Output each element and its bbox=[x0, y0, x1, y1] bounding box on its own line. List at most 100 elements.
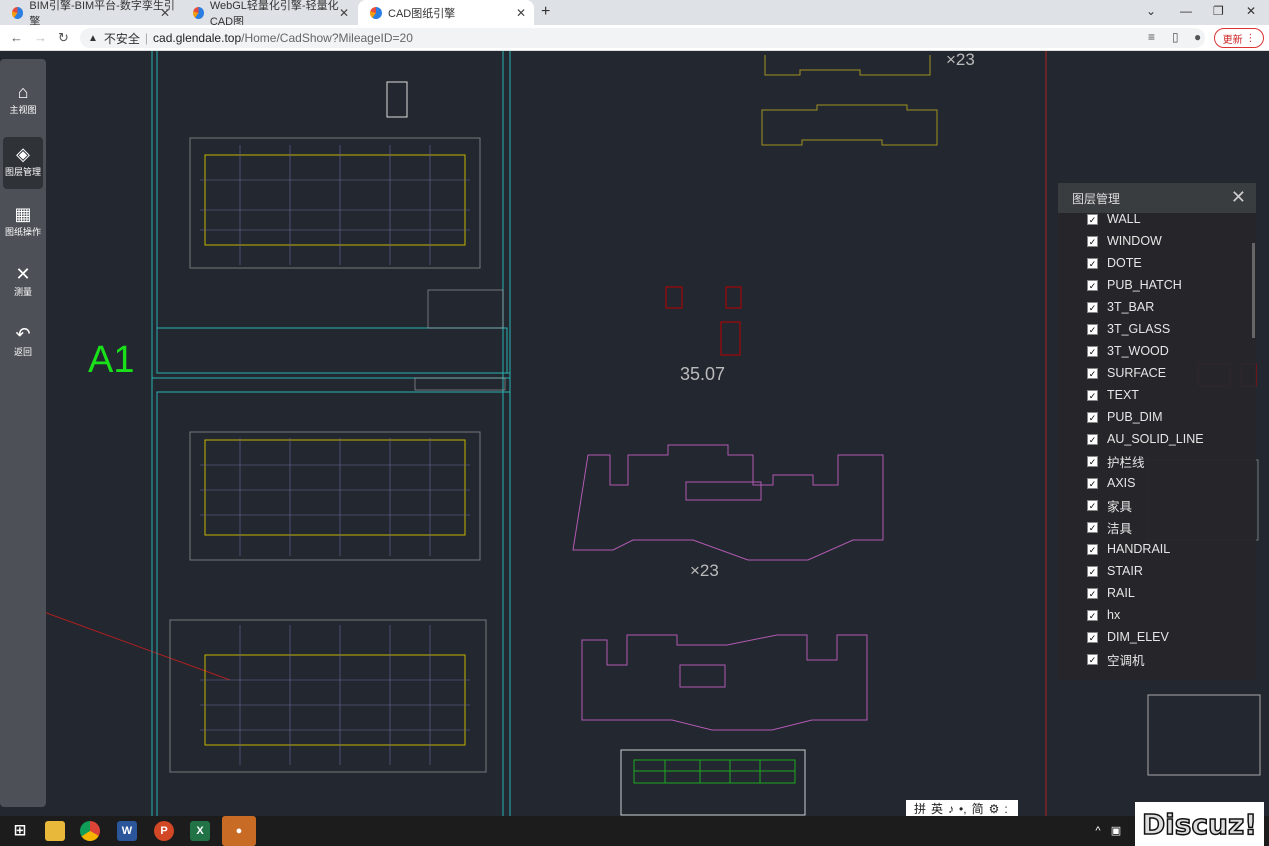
sidebar: ⌂ 主视图 ◈ 图层管理 ▦ 图纸操作 ✕ 测量 ↶ 返回 bbox=[0, 59, 46, 807]
sidebar-item-drawing-ops[interactable]: ▦ 图纸操作 bbox=[3, 197, 43, 249]
tab-search-icon[interactable]: ⌄ bbox=[1146, 4, 1156, 18]
ime-item[interactable]: : bbox=[1004, 802, 1007, 816]
sidebar-item-layers[interactable]: ◈ 图层管理 bbox=[3, 137, 43, 189]
layer-item[interactable]: ✓ AU_SOLID_LINE bbox=[1058, 428, 1256, 450]
tab-webgl[interactable]: WebGL轻量化引擎-轻量化CAD图 ✕ bbox=[181, 0, 357, 28]
layer-checkbox[interactable]: ✓ bbox=[1087, 389, 1098, 401]
maximize-button[interactable]: ❐ bbox=[1213, 4, 1224, 18]
sidebar-item-measure[interactable]: ✕ 测量 bbox=[3, 257, 43, 309]
layer-item[interactable]: ✓ DOTE bbox=[1058, 252, 1256, 274]
layer-checkbox[interactable]: ✓ bbox=[1087, 565, 1098, 577]
layer-checkbox[interactable]: ✓ bbox=[1087, 477, 1098, 489]
reload-icon[interactable]: ↻ bbox=[58, 30, 69, 46]
layer-name: 护栏线 bbox=[1107, 455, 1145, 470]
tray-app-icon[interactable]: ▣ bbox=[1106, 821, 1126, 841]
layer-checkbox[interactable]: ✓ bbox=[1087, 631, 1098, 643]
back-icon: ↶ bbox=[15, 324, 31, 344]
sidebar-item-label: 图纸操作 bbox=[4, 227, 41, 237]
layer-checkbox[interactable]: ✓ bbox=[1087, 367, 1098, 379]
layer-item[interactable]: ✓ DIM_ELEV bbox=[1058, 626, 1256, 648]
layer-checkbox[interactable]: ✓ bbox=[1087, 279, 1098, 291]
layer-checkbox[interactable]: ✓ bbox=[1087, 301, 1098, 313]
windows-start-icon[interactable]: ⊞ bbox=[10, 821, 30, 841]
layer-checkbox[interactable]: ✓ bbox=[1087, 653, 1098, 665]
chrome-icon[interactable] bbox=[80, 821, 100, 841]
layer-checkbox[interactable]: ✓ bbox=[1087, 499, 1098, 511]
ime-item[interactable]: 英 bbox=[931, 800, 943, 817]
layer-item[interactable]: ✓ RAIL bbox=[1058, 582, 1256, 604]
favicon-icon bbox=[12, 6, 24, 19]
layer-item[interactable]: ✓ STAIR bbox=[1058, 560, 1256, 582]
tray-chevron-icon[interactable]: ^ bbox=[1088, 821, 1108, 841]
scrollbar[interactable] bbox=[1252, 243, 1255, 338]
update-label: 更新 bbox=[1222, 34, 1243, 46]
address-bar: ← → ↻ ▲ 不安全 | cad.glendale.top/Home/CadS… bbox=[0, 25, 1269, 51]
layer-item[interactable]: ✓ 3T_GLASS bbox=[1058, 318, 1256, 340]
layer-checkbox[interactable]: ✓ bbox=[1087, 345, 1098, 357]
layer-checkbox[interactable]: ✓ bbox=[1087, 609, 1098, 621]
close-window-button[interactable]: ✕ bbox=[1246, 4, 1256, 18]
update-button[interactable]: 更新 ⋮ bbox=[1214, 28, 1264, 48]
layer-item[interactable]: ✓ HANDRAIL bbox=[1058, 538, 1256, 560]
layer-checkbox[interactable]: ✓ bbox=[1087, 433, 1098, 445]
layer-item[interactable]: ✓ 3T_BAR bbox=[1058, 296, 1256, 318]
sidebar-item-home[interactable]: ⌂ 主视图 bbox=[3, 75, 43, 127]
magenta-outlines bbox=[572, 444, 884, 731]
layer-name: STAIR bbox=[1107, 564, 1143, 578]
layer-item[interactable]: ✓ 空调机 bbox=[1058, 648, 1256, 670]
layer-item[interactable]: ✓ PUB_HATCH bbox=[1058, 274, 1256, 296]
ime-item[interactable]: •, bbox=[959, 802, 967, 816]
layer-checkbox[interactable]: ✓ bbox=[1087, 455, 1098, 467]
layer-checkbox[interactable]: ✓ bbox=[1087, 411, 1098, 423]
tab-cad[interactable]: CAD图纸引擎 ✕ bbox=[358, 0, 534, 25]
tab-bim[interactable]: BIM引擎-BIM平台-数字孪生引擎 ✕ bbox=[0, 0, 178, 28]
sidebar-item-label: 返回 bbox=[13, 347, 32, 357]
layer-checkbox[interactable]: ✓ bbox=[1087, 587, 1098, 599]
word-icon[interactable]: W bbox=[117, 821, 137, 841]
close-icon[interactable]: ✕ bbox=[1231, 187, 1246, 208]
excel-icon[interactable]: X bbox=[190, 821, 210, 841]
layer-name: DOTE bbox=[1107, 256, 1142, 270]
plan-walls bbox=[204, 154, 466, 746]
layer-item[interactable]: ✓ WINDOW bbox=[1058, 230, 1256, 252]
layer-item[interactable]: ✓ SURFACE bbox=[1058, 362, 1256, 384]
back-icon[interactable]: ← bbox=[10, 30, 23, 45]
ime-item[interactable]: ♪ bbox=[948, 802, 954, 816]
layer-item[interactable]: ✓ PUB_DIM bbox=[1058, 406, 1256, 428]
layer-item[interactable]: ✓ 洁具 bbox=[1058, 516, 1256, 538]
ime-item[interactable]: ⚙ bbox=[989, 802, 1000, 816]
wechat-icon[interactable]: ● bbox=[222, 816, 256, 846]
layer-checkbox[interactable]: ✓ bbox=[1087, 213, 1098, 225]
tab-bar: BIM引擎-BIM平台-数字孪生引擎 ✕ WebGL轻量化引擎-轻量化CAD图 ✕ … bbox=[0, 0, 1269, 28]
reading-list-icon[interactable]: ≡ bbox=[1148, 30, 1155, 44]
sidebar-item-label: 测量 bbox=[13, 287, 32, 297]
forward-icon[interactable]: → bbox=[34, 30, 47, 45]
close-tab-icon[interactable]: ✕ bbox=[339, 6, 349, 20]
profile-icon[interactable]: ● bbox=[1194, 30, 1201, 44]
layer-checkbox[interactable]: ✓ bbox=[1087, 543, 1098, 555]
url-input[interactable]: ▲ 不安全 | cad.glendale.top/Home/CadShow?Mi… bbox=[80, 28, 1205, 48]
layer-checkbox[interactable]: ✓ bbox=[1087, 521, 1098, 533]
close-tab-icon[interactable]: ✕ bbox=[516, 6, 526, 20]
sidebar-item-label: 图层管理 bbox=[4, 167, 41, 177]
layer-checkbox[interactable]: ✓ bbox=[1087, 257, 1098, 269]
layer-item[interactable]: ✓ 3T_WOOD bbox=[1058, 340, 1256, 362]
layer-item[interactable]: ✓ AXIS bbox=[1058, 472, 1256, 494]
layer-item[interactable]: ✓ 护栏线 bbox=[1058, 450, 1256, 472]
powerpoint-icon[interactable]: P bbox=[154, 821, 174, 841]
ime-item[interactable]: 拼 bbox=[914, 800, 926, 817]
sidebar-item-back[interactable]: ↶ 返回 bbox=[3, 317, 43, 369]
layer-item[interactable]: ✓ TEXT bbox=[1058, 384, 1256, 406]
new-tab-button[interactable]: + bbox=[541, 3, 550, 21]
layer-checkbox[interactable]: ✓ bbox=[1087, 323, 1098, 335]
minimize-button[interactable]: — bbox=[1180, 4, 1192, 18]
side-panel-icon[interactable]: ▯ bbox=[1172, 30, 1179, 44]
close-tab-icon[interactable]: ✕ bbox=[160, 6, 170, 20]
file-explorer-icon[interactable] bbox=[45, 821, 65, 841]
layer-checkbox[interactable]: ✓ bbox=[1087, 235, 1098, 247]
layer-item[interactable]: ✓ hx bbox=[1058, 604, 1256, 626]
layer-item[interactable]: ✓ 家具 bbox=[1058, 494, 1256, 516]
layers-icon: ◈ bbox=[16, 144, 30, 164]
ime-item[interactable]: 简 bbox=[972, 800, 984, 817]
layer-name: 3T_GLASS bbox=[1107, 322, 1171, 336]
